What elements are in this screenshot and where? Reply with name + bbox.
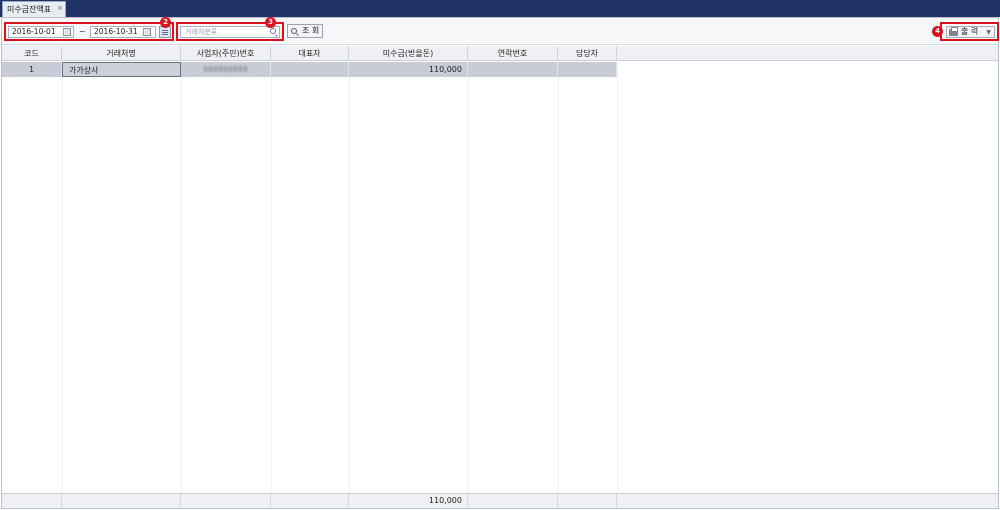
footer-cell (468, 494, 558, 508)
column-header-manager[interactable]: 담당자 (558, 46, 617, 61)
table-row[interactable]: 1 가가상사 110,000 (2, 62, 617, 77)
cell-ceo[interactable] (271, 62, 349, 77)
footer-cell (558, 494, 617, 508)
column-header-customer-name[interactable]: 거래처명 (62, 46, 181, 61)
tab-close-icon[interactable]: × (57, 4, 63, 12)
print-button-label: 출 력 (961, 27, 979, 36)
column-divider (181, 62, 182, 494)
toolbar: 2016-10-01 ~ 2016-10-31 2 거래처분류 3 조 회 4 … (2, 17, 999, 45)
customer-category-input[interactable]: 거래처분류 (180, 26, 280, 38)
redacted-value (203, 66, 248, 72)
column-divider (558, 62, 559, 494)
date-to-calendar-icon[interactable] (143, 28, 151, 36)
main-frame: 2016-10-01 ~ 2016-10-31 2 거래처분류 3 조 회 4 … (1, 17, 999, 509)
date-from-calendar-icon[interactable] (63, 28, 71, 36)
cell-business-no[interactable] (181, 62, 271, 77)
printer-icon (949, 27, 958, 36)
column-divider (62, 62, 63, 494)
footer-cell (181, 494, 271, 508)
footer-cell (62, 494, 181, 508)
cell-code[interactable]: 1 (2, 62, 62, 77)
date-range-group: 2016-10-01 ~ 2016-10-31 (4, 22, 174, 41)
cell-phone[interactable] (468, 62, 558, 77)
table-header: 코드 거래처명 사업자(주민)번호 대표자 미수금(받을돈) 연락번호 담당자 (2, 46, 998, 61)
query-button[interactable]: 조 회 (287, 24, 323, 38)
column-header-phone[interactable]: 연락번호 (468, 46, 558, 61)
annotation-badge-3: 3 (265, 17, 276, 28)
footer-cell (271, 494, 349, 508)
column-divider (349, 62, 350, 494)
column-divider (617, 62, 618, 494)
cell-customer-name[interactable]: 가가상사 (62, 62, 181, 77)
title-bar: 미수금잔액표 × (0, 0, 1000, 17)
column-header-ceo[interactable]: 대표자 (271, 46, 349, 61)
tab-receivable-balance[interactable]: 미수금잔액표 × (2, 1, 66, 17)
date-range-tilde: ~ (79, 27, 86, 36)
annotation-badge-2: 2 (160, 17, 171, 28)
cell-manager[interactable] (558, 62, 617, 77)
footer-total-receivable: 110,000 (349, 494, 468, 508)
tab-label: 미수금잔액표 (7, 5, 52, 14)
search-icon[interactable] (270, 28, 276, 34)
column-divider (468, 62, 469, 494)
column-header-business-no[interactable]: 사업자(주민)번호 (181, 46, 271, 61)
cell-receivable[interactable]: 110,000 (349, 62, 468, 77)
query-button-label: 조 회 (302, 26, 320, 35)
chevron-down-icon[interactable]: ▼ (986, 28, 991, 38)
column-header-receivable[interactable]: 미수금(받을돈) (349, 46, 468, 61)
column-divider (271, 62, 272, 494)
magnifier-icon (291, 28, 297, 34)
print-button[interactable]: 출 력 ▼ (946, 26, 995, 38)
table-footer: 110,000 (2, 493, 998, 508)
footer-cell (2, 494, 62, 508)
column-header-code[interactable]: 코드 (2, 46, 62, 61)
print-group: 출 력 ▼ (940, 22, 999, 41)
